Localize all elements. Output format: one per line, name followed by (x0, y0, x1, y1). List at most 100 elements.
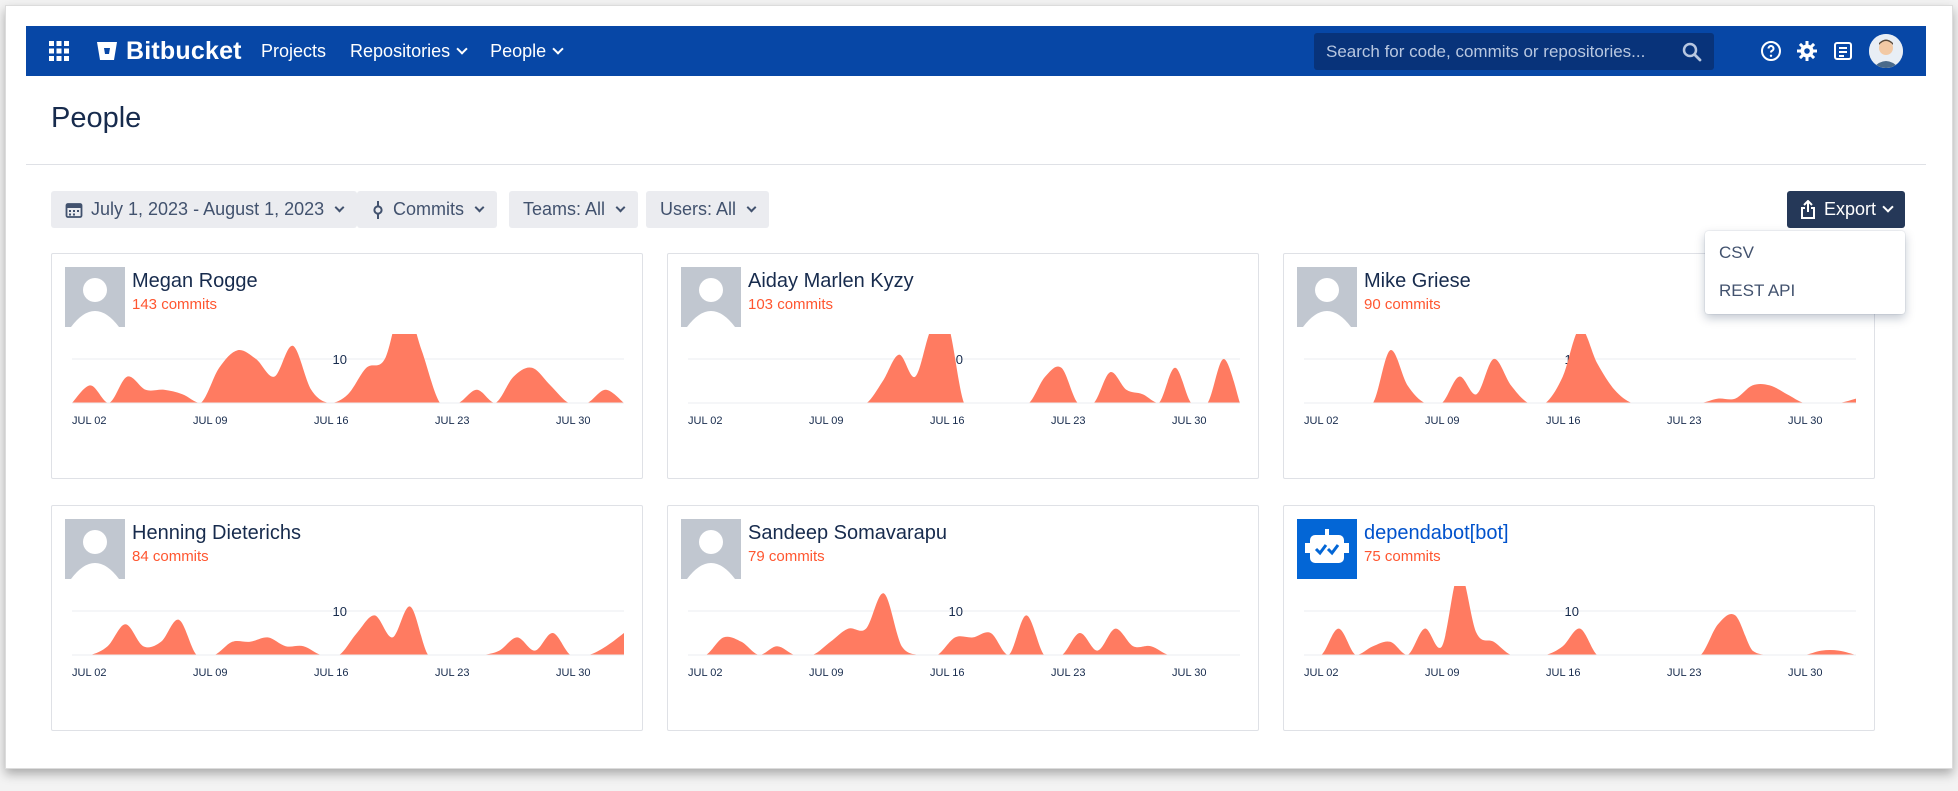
x-tick-label: JUL 23 (435, 415, 469, 427)
search-icon[interactable] (1682, 42, 1702, 62)
x-tick-label: JUL 09 (1425, 415, 1459, 427)
commits-area (688, 334, 1240, 403)
person-name[interactable]: dependabot[bot] (1364, 522, 1509, 545)
x-tick-label: JUL 16 (1546, 415, 1580, 427)
x-tick-label: JUL 16 (314, 415, 348, 427)
export-icon (1800, 199, 1815, 219)
nav-repositories[interactable]: Repositories (350, 40, 468, 62)
commits-area (72, 606, 624, 655)
bitbucket-logo[interactable]: Bitbucket (96, 36, 242, 66)
export-option-csv[interactable]: CSV (1705, 234, 1905, 272)
y-tick-label: 10 (1565, 604, 1579, 619)
users-filter[interactable]: Users: All (646, 191, 770, 228)
x-tick-label: JUL 23 (1051, 415, 1085, 427)
chevron-down-icon (552, 42, 564, 55)
nav-projects[interactable]: Projects (261, 41, 326, 62)
person-name: Megan Rogge (132, 270, 258, 292)
commits-area-chart: 2010JUL 02JUL 09JUL 16JUL 23JUL 30 (72, 604, 624, 679)
x-tick-label: JUL 30 (1172, 667, 1206, 679)
nav-people[interactable]: People (490, 40, 564, 62)
x-tick-label: JUL 09 (193, 415, 227, 427)
commits-area-chart: 2010JUL 02JUL 09JUL 16JUL 23JUL 30 (688, 334, 1240, 427)
x-tick-label: JUL 02 (72, 667, 106, 679)
export-label: Export (1823, 199, 1877, 219)
page-title: People (51, 102, 142, 134)
nav-repositories-label: Repositories (350, 40, 451, 61)
metric-filter[interactable]: Commits (357, 191, 497, 228)
search-box (1314, 33, 1714, 70)
date-range-label: July 1, 2023 - August 1, 2023 (91, 199, 325, 219)
nav-projects-label: Projects (261, 40, 327, 61)
commit-count: 103 commits (748, 296, 834, 313)
x-tick-label: JUL 02 (72, 415, 106, 427)
calendar-icon (65, 202, 83, 218)
person-name: Sandeep Somavarapu (748, 522, 948, 544)
y-tick-label: 10 (333, 604, 347, 619)
x-tick-label: JUL 30 (1172, 415, 1206, 427)
nav-people-label: People (490, 40, 547, 61)
default-avatar-icon (65, 267, 125, 327)
x-tick-label: JUL 30 (556, 667, 590, 679)
search-input[interactable] (1326, 41, 1682, 62)
commits-area (72, 334, 624, 403)
default-avatar-icon (681, 267, 741, 327)
commits-area (1304, 586, 1856, 655)
top-navigation-bar: Bitbucket Projects Repositories People (26, 26, 1926, 76)
person-card: Henning Dieterichs84 commits2010JUL 02JU… (51, 505, 643, 731)
person-name: Mike Griese (1364, 270, 1471, 292)
x-tick-label: JUL 02 (688, 415, 722, 427)
x-tick-label: JUL 09 (809, 415, 843, 427)
x-tick-label: JUL 16 (1546, 667, 1580, 679)
chevron-down-icon (334, 202, 345, 212)
teams-label: Teams: All (523, 199, 606, 219)
person-card: Sandeep Somavarapu79 commits2010JUL 02JU… (667, 505, 1259, 731)
users-label: Users: All (660, 199, 737, 219)
commit-count: 143 commits (132, 296, 218, 313)
commit-icon (373, 200, 383, 219)
x-tick-label: JUL 30 (1788, 667, 1822, 679)
commit-count: 75 commits (1364, 548, 1441, 565)
default-avatar-icon (1297, 267, 1357, 327)
x-tick-label: JUL 09 (809, 667, 843, 679)
person-name: Henning Dieterichs (132, 522, 301, 544)
commit-count: 79 commits (748, 548, 825, 565)
x-tick-label: JUL 16 (930, 415, 964, 427)
x-tick-label: JUL 02 (1304, 667, 1338, 679)
x-tick-label: JUL 23 (1051, 667, 1085, 679)
commits-area (1304, 334, 1856, 403)
divider (26, 164, 1926, 165)
x-tick-label: JUL 02 (1304, 415, 1338, 427)
person-card: Aiday Marlen Kyzy103 commits2010JUL 02JU… (667, 253, 1259, 479)
teams-filter[interactable]: Teams: All (509, 191, 639, 228)
person-card: dependabot[bot]75 commits2010JUL 02JUL 0… (1283, 505, 1875, 731)
export-button[interactable]: Export (1787, 191, 1905, 228)
commits-area-chart: 2010JUL 02JUL 09JUL 16JUL 23JUL 30 (1304, 334, 1856, 427)
commit-count: 84 commits (132, 548, 209, 565)
bitbucket-logo-icon (97, 42, 117, 60)
user-avatar-icon (1869, 34, 1903, 68)
commits-area (688, 593, 1240, 655)
x-tick-label: JUL 02 (688, 667, 722, 679)
default-avatar-icon (65, 519, 125, 579)
export-dropdown: CSV REST API (1705, 231, 1905, 314)
x-tick-label: JUL 09 (1425, 667, 1459, 679)
commits-area-chart: 2010JUL 02JUL 09JUL 16JUL 23JUL 30 (1304, 586, 1856, 679)
chevron-down-icon (1882, 201, 1894, 213)
x-tick-label: JUL 30 (1788, 415, 1822, 427)
x-tick-label: JUL 16 (314, 667, 348, 679)
main-nav: Projects Repositories People (261, 26, 564, 76)
notes-icon[interactable] (1831, 39, 1855, 63)
export-option-rest-api[interactable]: REST API (1705, 272, 1905, 310)
chevron-down-icon (615, 202, 626, 212)
dependabot-icon (1297, 519, 1357, 579)
date-range-filter[interactable]: July 1, 2023 - August 1, 2023 (51, 191, 358, 228)
commits-area-chart: 2010JUL 02JUL 09JUL 16JUL 23JUL 30 (688, 593, 1240, 679)
help-icon[interactable] (1759, 39, 1783, 63)
user-avatar[interactable] (1869, 34, 1903, 68)
person-card: Megan Rogge143 commits2010JUL 02JUL 09JU… (51, 253, 643, 479)
app-switcher-icon[interactable] (48, 40, 70, 62)
metric-label: Commits (393, 199, 464, 219)
gear-icon[interactable] (1795, 39, 1819, 63)
x-tick-label: JUL 16 (930, 667, 964, 679)
default-avatar-icon (681, 519, 741, 579)
